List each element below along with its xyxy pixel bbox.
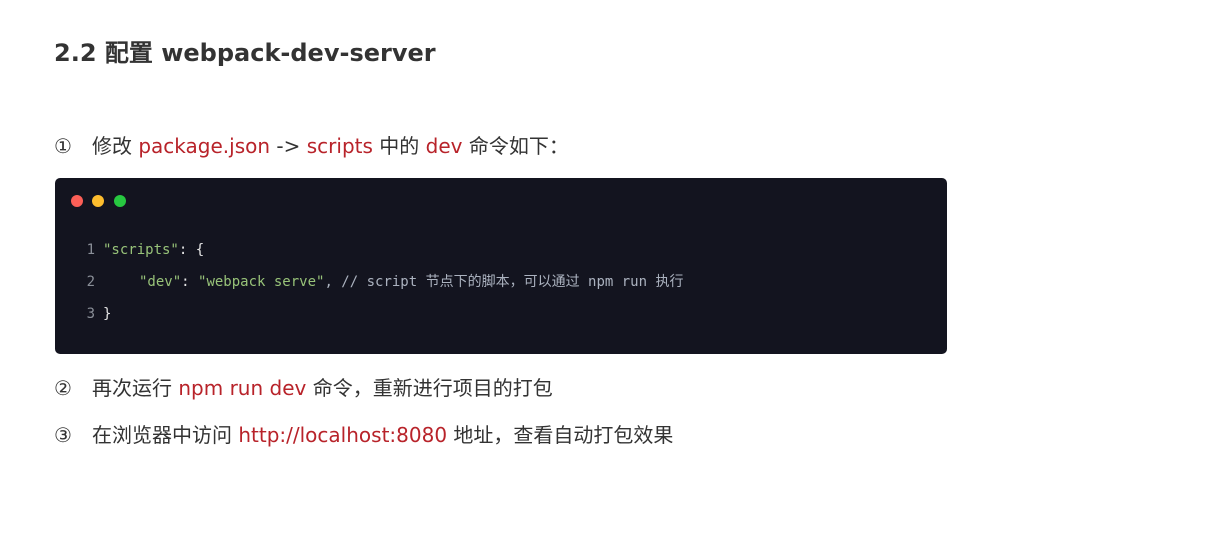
- window-close-dot: [71, 195, 83, 207]
- step-text: 中的: [372, 134, 426, 158]
- step-text: 命令，重新进行项目的打包: [306, 376, 553, 400]
- step-number: ②: [54, 376, 72, 400]
- window-maximize-dot: [114, 195, 126, 207]
- code-line: 1 "scripts": {: [55, 240, 205, 260]
- step-text: 在浏览器中访问: [92, 423, 239, 447]
- line-number: 1: [86, 242, 95, 258]
- line-number: 3: [86, 306, 95, 322]
- step-number: ③: [54, 423, 72, 447]
- code-punctuation: }: [103, 306, 112, 322]
- step-number: ①: [54, 134, 72, 158]
- code-term-package-json: package.json: [138, 134, 271, 158]
- code-key: "dev": [139, 274, 182, 290]
- code-comment: , // script 节点下的脚本，可以通过 npm run 执行: [324, 274, 684, 290]
- code-punctuation: :: [181, 274, 199, 290]
- window-minimize-dot: [92, 195, 104, 207]
- code-term-scripts: scripts: [306, 134, 373, 158]
- step-text: 命令如下：: [462, 134, 569, 158]
- line-number: 2: [86, 274, 95, 290]
- code-line: 3}: [55, 304, 112, 324]
- step-text: 再次运行: [92, 376, 179, 400]
- step-3: ③ 在浏览器中访问 http://localhost:8080 地址，查看自动打包…: [54, 420, 673, 450]
- code-term-dev: dev: [425, 134, 463, 158]
- step-1: ① 修改 package.json -> scripts 中的 dev 命令如下：: [54, 131, 569, 161]
- code-punctuation: : {: [178, 242, 205, 258]
- step-2: ② 再次运行 npm run dev 命令，重新进行项目的打包: [54, 373, 553, 403]
- code-term-npm-run-dev: npm run dev: [178, 376, 307, 400]
- step-text: 修改: [92, 134, 139, 158]
- code-value: "webpack serve": [198, 274, 325, 290]
- step-text: 地址，查看自动打包效果: [447, 423, 674, 447]
- section-heading: 2.2 配置 webpack-dev-server: [54, 39, 436, 67]
- step-text: ->: [270, 134, 307, 158]
- localhost-url: http://localhost:8080: [238, 423, 448, 447]
- code-block: 1 "scripts": { 2 "dev": "webpack serve", /…: [55, 178, 947, 354]
- code-line: 2 "dev": "webpack serve", // script 节点下的脚…: [55, 272, 684, 292]
- code-key: "scripts": [103, 242, 179, 258]
